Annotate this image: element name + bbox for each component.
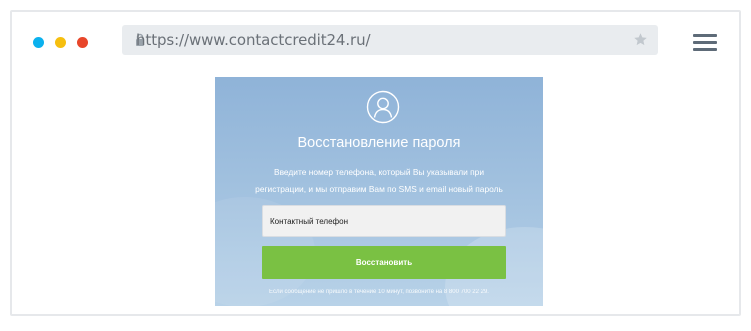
phone-input[interactable] xyxy=(262,205,506,237)
support-footnote: Если сообщение не пришло в течение 10 ми… xyxy=(269,289,489,295)
page-title: Восстановление пароля xyxy=(297,135,461,151)
window-dot-yellow[interactable] xyxy=(55,37,66,48)
menu-icon[interactable] xyxy=(693,34,717,52)
instructions-line: регистрации, и мы отправим Вам по SMS и … xyxy=(255,184,503,194)
restore-button[interactable]: Восстановить xyxy=(262,246,506,279)
user-icon xyxy=(366,90,400,124)
url-text[interactable]: https://www.contactcredit24.ru/ xyxy=(136,31,371,49)
window-dot-red[interactable] xyxy=(77,37,88,48)
instructions-line: Введите номер телефона, который Вы указы… xyxy=(273,167,485,177)
browser-window: https://www.contactcredit24.ru/ Восстано… xyxy=(10,10,741,316)
star-icon[interactable] xyxy=(633,32,648,47)
password-recovery-panel: Восстановление пароля Введите номер теле… xyxy=(215,77,543,306)
window-dot-blue[interactable] xyxy=(33,37,44,48)
address-bar[interactable]: https://www.contactcredit24.ru/ xyxy=(122,25,658,55)
instructions-text: Введите номер телефона, который Вы указы… xyxy=(235,164,523,198)
